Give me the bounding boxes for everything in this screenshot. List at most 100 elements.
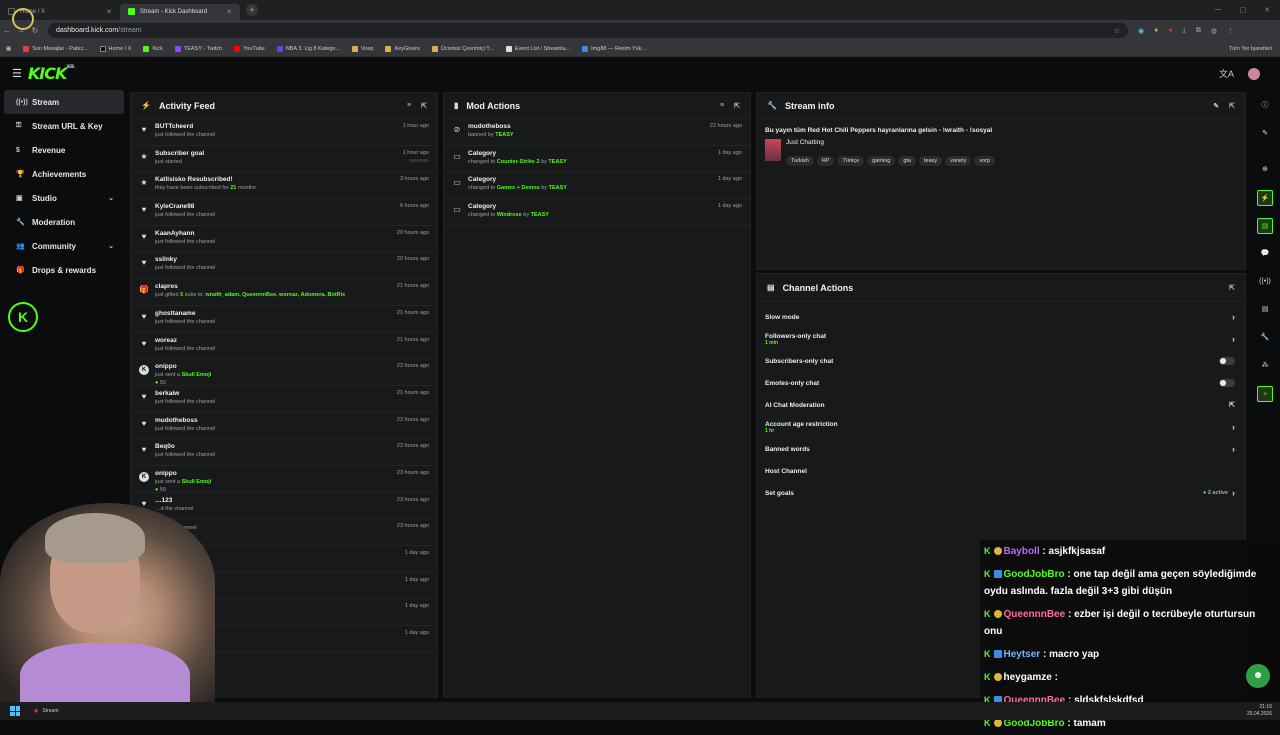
sidebar-item-stream[interactable]: ((•))Stream <box>4 90 124 114</box>
clipboard-icon[interactable]: ▤ <box>1257 218 1273 234</box>
stream-tag[interactable]: variety <box>945 156 971 166</box>
bookmark[interactable]: NBA 3. Lig 8 Katego... <box>277 46 340 52</box>
kick-logo[interactable]: KICKBETA <box>28 64 74 83</box>
chat-username[interactable]: QueennnBee <box>1004 609 1066 620</box>
profile-icon[interactable]: ◍ <box>1211 27 1217 35</box>
extension-icon[interactable]: ● <box>1154 27 1158 35</box>
sidebar-item-drops-rewards[interactable]: 🎁Drops & rewards <box>4 258 124 282</box>
bookmark[interactable]: TEASY - Twitch <box>175 46 222 52</box>
url-input[interactable]: dashboard.kick.com/stream ☆ <box>48 23 1128 38</box>
channel-action-row[interactable]: Followers-only chat1 min› <box>757 328 1245 350</box>
lightning-icon[interactable]: ⚡ <box>1257 190 1273 206</box>
bookmark[interactable]: Son Mesajlar - Pabci... <box>23 46 87 52</box>
broadcast-icon[interactable]: ((•)) <box>1257 274 1273 290</box>
stream-tag[interactable]: Turkish <box>786 156 814 166</box>
bookmark[interactable]: Img88 — Resim Yük... <box>582 46 646 52</box>
apps-grid-icon[interactable]: ▦ <box>6 46 11 52</box>
sidebar-item-stream-url-key[interactable]: ⚿Stream URL & Key <box>4 114 124 138</box>
dashboard-icon[interactable]: ▤ <box>1257 302 1273 318</box>
sidebar-item-moderation[interactable]: 🔧Moderation <box>4 210 124 234</box>
chat-username[interactable]: Bayboll <box>1004 546 1040 557</box>
stream-tag[interactable]: Türkçe <box>837 156 864 166</box>
bookmark-folder[interactable]: KeyGivers <box>385 46 419 52</box>
back-icon[interactable]: ← <box>0 26 14 35</box>
bookmark[interactable]: YouTube <box>234 46 265 52</box>
maximize-icon[interactable]: ▢ <box>1240 6 1247 14</box>
activity-item[interactable]: ★Katlisisko Resubscribed!they have been … <box>131 172 437 199</box>
nodes-icon[interactable]: ⁂ <box>1257 358 1273 374</box>
edit-pencil-icon[interactable]: ✎ <box>1213 102 1219 110</box>
crosshair-icon[interactable]: ⊕ <box>1257 162 1273 178</box>
menu-icon[interactable]: ☰ <box>12 67 22 80</box>
activity-item[interactable]: ♥sslinkyjust followed the channel20 hour… <box>131 252 437 279</box>
channel-action-row[interactable]: Subscribers-only chat <box>757 350 1245 372</box>
mod-action-item[interactable]: ▭Categorychanged to Games + Demos by TEA… <box>444 172 750 199</box>
windows-start-icon[interactable] <box>10 706 20 716</box>
bookmark[interactable]: Kick <box>143 46 162 52</box>
stream-tag[interactable]: RP <box>817 156 835 166</box>
mod-action-item[interactable]: ▭Categorychanged to Windrose by TEASY1 d… <box>444 199 750 226</box>
browser-tab-active[interactable]: Stream - Kick Dashboard ✕ <box>120 4 240 20</box>
bookmark-folder[interactable]: Voep <box>352 46 374 52</box>
toggle-switch[interactable] <box>1219 379 1235 387</box>
minimize-icon[interactable]: — <box>1215 6 1222 14</box>
channel-action-row[interactable]: Emotes-only chat <box>757 372 1245 394</box>
chat-username[interactable]: Heytser <box>1004 649 1041 660</box>
popout-icon[interactable]: ⇱ <box>421 102 427 110</box>
mod-action-item[interactable]: ▭Categorychanged to Counter-Strike 2 by … <box>444 146 750 173</box>
user-avatar[interactable] <box>1248 68 1260 80</box>
close-icon[interactable]: ✕ <box>106 8 112 16</box>
support-chat-icon[interactable]: ☻ <box>1246 664 1270 688</box>
activity-item[interactable]: ♥ghosttanamejust followed the channel21 … <box>131 306 437 333</box>
new-tab-button[interactable]: + <box>246 4 258 16</box>
popout-icon[interactable]: ⇱ <box>1229 102 1235 110</box>
bookmark[interactable]: Home / X <box>100 46 132 52</box>
wrench-icon[interactable]: 🔧 <box>1257 330 1273 346</box>
downloads-icon[interactable]: ⤓ <box>1183 27 1186 35</box>
translate-icon[interactable]: 文A <box>1219 67 1234 80</box>
filter-icon[interactable]: ≡ <box>720 102 724 110</box>
channel-action-row[interactable]: Slow mode› <box>757 306 1245 328</box>
activity-item[interactable]: Konippojust sent a Skull Emoji● 5022 hou… <box>131 359 437 386</box>
taskbar-app-label[interactable]: Stream <box>42 708 58 714</box>
sidebar-item-studio[interactable]: ▣Studio⌄ <box>4 186 124 210</box>
edit-pencil-icon[interactable]: ✎ <box>1257 126 1273 142</box>
stream-tag[interactable]: gta <box>898 156 916 166</box>
mod-action-item[interactable]: ⊘mudothebossbanned by TEASY22 hours ago <box>444 119 750 146</box>
sidebar-item-revenue[interactable]: $Revenue <box>4 138 124 162</box>
stream-tag[interactable]: vorp <box>974 156 995 166</box>
activity-item[interactable]: ♥berkaiwjust followed the channel21 hour… <box>131 386 437 413</box>
filter-icon[interactable]: ≡ <box>407 102 411 110</box>
extension-icon[interactable]: ◉ <box>1138 27 1144 35</box>
all-bookmarks[interactable]: Tüm Yer İşaretleri <box>1229 46 1272 52</box>
external-link-icon[interactable]: ⇱ <box>1229 401 1235 409</box>
close-window-icon[interactable]: ✕ <box>1264 6 1270 14</box>
bookmark-folder[interactable]: Ücretsiz Çevrimiçi Y... <box>432 46 494 52</box>
chrome-icon[interactable]: ◉ <box>34 708 38 714</box>
menu-dots-icon[interactable]: ⋮ <box>1227 27 1234 35</box>
add-widget-icon[interactable]: + <box>1257 386 1273 402</box>
activity-item[interactable]: ♥BUTTcheerdjust followed the channel1 ho… <box>131 119 437 146</box>
close-icon[interactable]: ✕ <box>226 8 232 16</box>
chat-bubble-icon[interactable]: 💬 <box>1257 246 1273 262</box>
activity-item[interactable]: ♥…123…d the channel23 hours ago <box>131 493 437 520</box>
activity-item[interactable]: Konippojust sent a Skull Emoji● 5023 hou… <box>131 466 437 493</box>
channel-action-row[interactable]: Account age restriction1 hr› <box>757 416 1245 438</box>
toggle-switch[interactable] <box>1219 357 1235 365</box>
channel-action-row[interactable]: Banned words› <box>757 438 1245 460</box>
activity-item[interactable]: ♥KyleCrane98just followed the channel6 h… <box>131 199 437 226</box>
chat-username[interactable]: GoodJobBro <box>1004 569 1065 580</box>
activity-item[interactable]: ♥Beq0ojust followed the channel22 hours … <box>131 439 437 466</box>
activity-item[interactable]: ★Subscriber goaljust started1 hour ago <box>131 146 437 173</box>
info-icon[interactable]: ⓘ <box>1257 98 1273 114</box>
sidebar-item-community[interactable]: 👥Community⌄ <box>4 234 124 258</box>
extensions-puzzle-icon[interactable]: ⧉ <box>1196 27 1201 35</box>
activity-item[interactable]: ♥mudothebossjust followed the channel22 … <box>131 413 437 440</box>
star-icon[interactable]: ☆ <box>1114 27 1120 35</box>
popout-icon[interactable]: ⇱ <box>734 102 740 110</box>
popout-icon[interactable]: ⇱ <box>1229 284 1235 292</box>
activity-item[interactable]: ♥KaanAyhannjust followed the channel20 h… <box>131 226 437 253</box>
stream-tag[interactable]: gaming <box>867 156 895 166</box>
bookmark[interactable]: Event List / Streamla... <box>506 46 570 52</box>
extension-icon[interactable]: ● <box>1168 27 1172 35</box>
